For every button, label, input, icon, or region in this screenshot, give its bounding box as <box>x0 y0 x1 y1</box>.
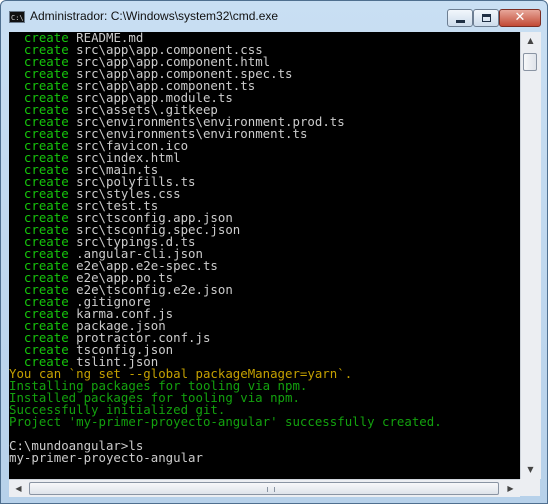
horizontal-scroll-thumb[interactable] <box>29 482 499 495</box>
console-line-status: Project 'my-primer-proyecto-angular' suc… <box>9 414 442 429</box>
scroll-up-arrow-icon[interactable]: ▲ <box>522 33 539 49</box>
ls-output: my-primer-proyecto-angular <box>9 450 203 465</box>
vertical-scroll-thumb[interactable] <box>523 53 537 71</box>
maximize-button[interactable] <box>473 9 499 27</box>
scroll-left-arrow-icon[interactable]: ◀ <box>10 480 27 497</box>
close-icon: ✕ <box>514 10 526 25</box>
maximize-icon <box>482 14 491 22</box>
minimize-icon <box>456 20 465 23</box>
minimize-button[interactable] <box>447 9 473 27</box>
scroll-right-arrow-icon[interactable]: ▶ <box>502 480 519 497</box>
grip-icon <box>267 487 275 492</box>
horizontal-scrollbar[interactable]: ◀ ▶ <box>9 479 520 497</box>
window-title: Administrador: C:\Windows\system32\cmd.e… <box>30 9 279 23</box>
console-output[interactable]: create README.md create src\app\app.comp… <box>9 32 520 479</box>
cmd-window: C:\ Administrador: C:\Windows\system32\c… <box>0 0 548 504</box>
vertical-scrollbar[interactable]: ▲ ▼ <box>520 32 541 479</box>
scrollbar-corner <box>520 479 540 496</box>
scroll-down-arrow-icon[interactable]: ▼ <box>522 462 539 478</box>
cmd-app-icon[interactable]: C:\ <box>9 11 25 23</box>
close-button[interactable]: ✕ <box>499 9 541 27</box>
project-created-text: Project 'my-primer-proyecto-angular' suc… <box>9 414 442 429</box>
console-lines: create README.md create src\app\app.comp… <box>9 32 442 464</box>
title-bar[interactable]: C:\ Administrador: C:\Windows\system32\c… <box>1 1 547 31</box>
console-line-output: my-primer-proyecto-angular <box>9 450 442 465</box>
